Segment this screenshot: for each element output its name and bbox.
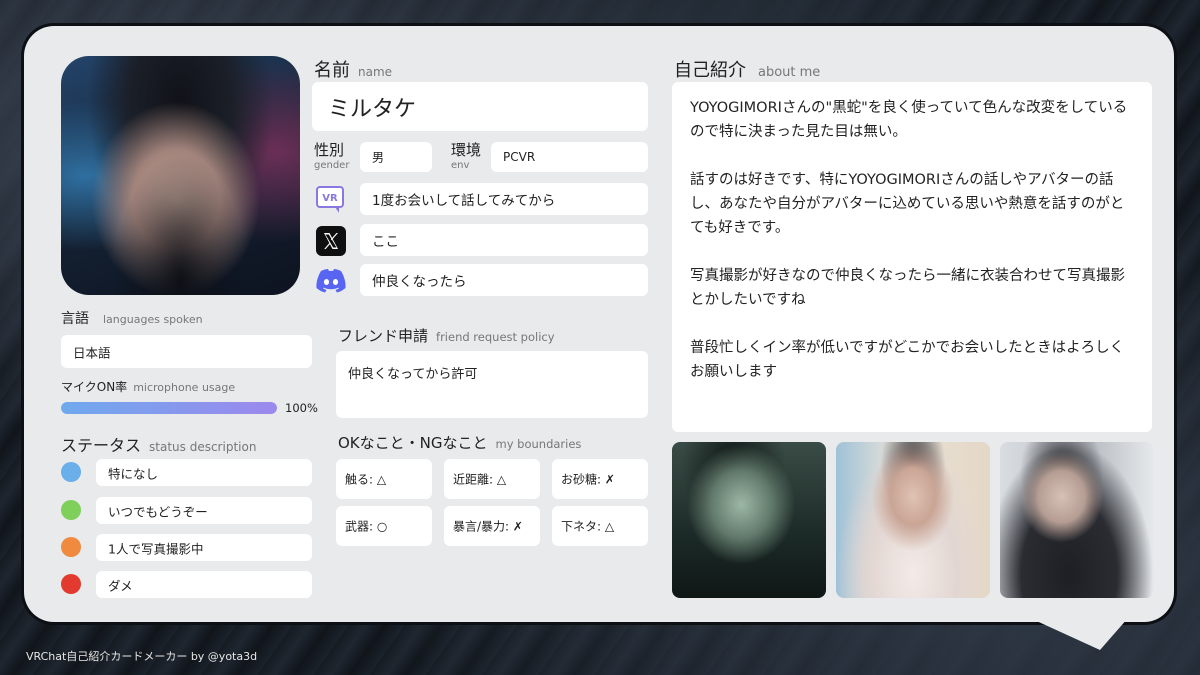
vrchat-icon: VR (314, 183, 348, 217)
about-text: YOYOGIMORIさんの"黒蛇"を良く使っていて色んな改変をしているので特に決… (690, 100, 1128, 380)
mic-heading: マイクON率 microphone usage (61, 380, 236, 394)
status-item: いつでもどうぞー (96, 497, 312, 524)
boundary-item: お砂糖: ✗ (552, 459, 648, 499)
status-item: 特になし (96, 459, 312, 486)
gender-field: 男 (360, 142, 432, 172)
photo-1 (672, 442, 826, 598)
discord-field: 仲良くなったら (360, 264, 648, 296)
boundary-item: 近距離: △ (444, 459, 540, 499)
languages-heading: 言語 languages spoken (61, 311, 203, 327)
status-item: 1人で写真撮影中 (96, 534, 312, 561)
status-color-dot (61, 462, 81, 482)
name-heading: 名前 name (314, 60, 393, 81)
languages-field: 日本語 (61, 335, 312, 368)
discord-icon (314, 264, 348, 298)
vrchat-icon-svg: VR (316, 186, 344, 213)
status-item-text: 1人で写真撮影中 (108, 541, 204, 556)
boundary-item-text: 暴言/暴力: ✗ (453, 519, 523, 534)
vrchat-field: 1度お会いして話してみてから (360, 183, 648, 215)
status-color-dot (61, 537, 81, 557)
discord-icon-svg (316, 269, 346, 293)
boundary-item-text: 武器: ○ (345, 519, 388, 534)
env-field: PCVR (491, 142, 648, 172)
status-item-text: 特になし (108, 466, 159, 481)
boundary-item-text: 近距離: △ (453, 472, 507, 487)
mic-percent: 100% (285, 401, 318, 415)
status-color-dot (61, 500, 81, 520)
status-item-text: いつでもどうぞー (108, 504, 208, 519)
x-field: ここ (360, 224, 648, 256)
boundary-item-text: 下ネタ: △ (561, 519, 615, 534)
friend-request-field: 仲良くなってから許可 (336, 351, 648, 418)
status-item: ダメ (96, 571, 312, 598)
boundary-item: 触る: △ (336, 459, 432, 499)
boundary-item-text: 触る: △ (345, 472, 387, 487)
photo-2 (836, 442, 990, 598)
env-label: 環境 env (451, 141, 482, 171)
status-color-dot (61, 574, 81, 594)
about-heading: 自己紹介 about me (674, 60, 821, 81)
vrchat-icon-label: VR (322, 193, 338, 204)
mic-progress-bar (61, 402, 277, 414)
name-field: ミルタケ (312, 82, 648, 131)
gender-label: 性別 gender (314, 141, 350, 171)
boundary-item: 武器: ○ (336, 506, 432, 546)
friend-request-heading: フレンド申請 friend request policy (338, 327, 555, 345)
mic-progress-fill (61, 402, 277, 414)
boundary-item: 暴言/暴力: ✗ (444, 506, 540, 546)
boundary-item: 下ネタ: △ (552, 506, 648, 546)
x-icon-svg (316, 226, 346, 256)
photo-3 (1000, 442, 1154, 598)
name-value: ミルタケ (328, 96, 417, 122)
boundaries-heading: OKなこと・NGなこと my boundaries (338, 434, 582, 452)
status-item-text: ダメ (108, 578, 133, 593)
boundary-item-text: お砂糖: ✗ (561, 472, 615, 487)
avatar-image (61, 56, 300, 295)
x-icon (314, 224, 348, 258)
footer-credit: VRChat自己紹介カードメーカー by @yota3d (26, 650, 258, 663)
status-heading: ステータス status description (61, 436, 257, 455)
speech-bubble-tail (1030, 618, 1128, 650)
